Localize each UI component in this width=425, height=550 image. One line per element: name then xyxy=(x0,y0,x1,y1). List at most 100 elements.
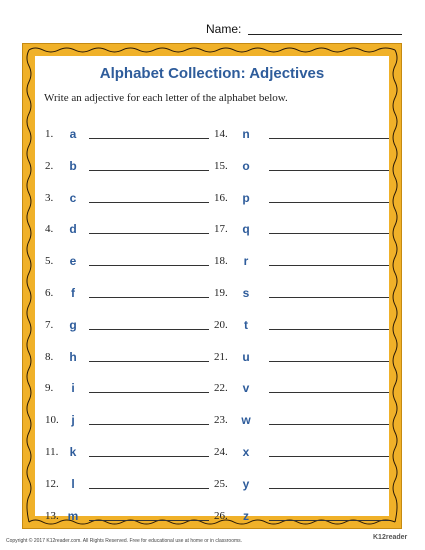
answer-blank[interactable] xyxy=(89,169,209,171)
answer-item: 21. u xyxy=(214,349,389,365)
item-letter: v xyxy=(242,381,250,396)
answer-blank[interactable] xyxy=(269,233,389,235)
answer-blank[interactable] xyxy=(89,487,209,489)
item-letter: b xyxy=(69,158,77,173)
item-number: 21. xyxy=(214,350,228,363)
item-number: 18. xyxy=(214,255,228,268)
item-number: 6. xyxy=(45,287,54,299)
answer-blank[interactable] xyxy=(269,169,389,171)
item-number: 11. xyxy=(45,446,59,458)
answer-item: 23. w xyxy=(214,413,389,428)
item-letter: r xyxy=(243,254,249,269)
item-number: 17. xyxy=(214,223,228,236)
answer-blank[interactable] xyxy=(89,328,209,330)
item-letter: p xyxy=(242,190,250,205)
answer-blank[interactable] xyxy=(269,487,389,489)
item-letter: a xyxy=(69,127,77,141)
answer-blank[interactable] xyxy=(89,297,209,298)
item-letter: x xyxy=(242,445,250,459)
answer-item: 26. z xyxy=(214,508,389,524)
item-letter: o xyxy=(242,158,250,173)
answer-item: 22. v xyxy=(214,381,389,396)
item-number: 22. xyxy=(214,382,228,395)
answer-item: 3. c xyxy=(45,190,209,206)
answer-blank[interactable] xyxy=(269,201,389,203)
item-number: 24. xyxy=(214,446,228,458)
item-number: 23. xyxy=(214,414,228,427)
answer-blank[interactable] xyxy=(89,360,209,362)
item-number: 8. xyxy=(45,350,54,363)
worksheet-panel: Alphabet Collection: Adjectives Write an… xyxy=(35,56,389,523)
instructions: Write an adjective for each letter of th… xyxy=(44,92,288,104)
item-letter: q xyxy=(242,222,250,237)
item-number: 2. xyxy=(45,159,54,172)
item-number: 7. xyxy=(45,318,54,331)
answer-item: 17. q xyxy=(214,222,389,237)
item-letter: e xyxy=(69,254,77,269)
item-letter: z xyxy=(243,508,249,523)
answer-blank[interactable] xyxy=(269,519,389,521)
answer-item: 25. y xyxy=(214,476,389,492)
decorative-border: Alphabet Collection: Adjectives Write an… xyxy=(22,43,402,529)
item-number: 16. xyxy=(214,191,228,204)
item-letter: y xyxy=(242,476,250,491)
item-number: 25. xyxy=(214,477,228,490)
answer-item: 12. l xyxy=(45,476,209,492)
answer-item: 6. f xyxy=(45,286,209,301)
item-number: 1. xyxy=(45,128,54,140)
item-letter: t xyxy=(244,317,248,332)
item-number: 10. xyxy=(45,414,59,427)
item-letter: u xyxy=(242,349,250,364)
item-letter: w xyxy=(241,413,251,428)
answer-blank[interactable] xyxy=(269,297,389,298)
item-number: 9. xyxy=(45,382,54,395)
answer-blank[interactable] xyxy=(269,265,389,267)
answer-item: 18. r xyxy=(214,254,389,269)
answer-blank[interactable] xyxy=(89,233,209,235)
item-number: 5. xyxy=(45,255,54,268)
answer-item: 11. k xyxy=(45,445,209,460)
answer-blank[interactable] xyxy=(89,456,209,457)
name-label: Name: xyxy=(206,22,242,36)
answer-item: 14. n xyxy=(214,127,389,142)
answer-blank[interactable] xyxy=(89,138,209,139)
answer-item: 8. h xyxy=(45,350,209,365)
item-number: 20. xyxy=(214,318,228,331)
answer-item: 24. x xyxy=(214,445,389,460)
answer-blank[interactable] xyxy=(89,424,209,426)
answer-item: 10. j xyxy=(45,413,209,428)
item-number: 15. xyxy=(214,159,228,172)
answer-blank[interactable] xyxy=(269,360,389,362)
item-number: 3. xyxy=(45,191,54,204)
item-number: 4. xyxy=(45,223,54,236)
answer-blank[interactable] xyxy=(89,265,209,267)
item-letter: m xyxy=(67,508,79,523)
answer-item: 5. e xyxy=(45,254,209,269)
copyright-text: Copyright © 2017 K12reader.com. All Righ… xyxy=(6,538,243,544)
k12reader-logo: K12reader xyxy=(373,534,408,541)
answer-blank[interactable] xyxy=(89,519,209,521)
item-letter: j xyxy=(71,413,75,428)
answer-blank[interactable] xyxy=(269,456,389,457)
answer-blank[interactable] xyxy=(89,392,209,394)
item-letter: f xyxy=(71,286,75,300)
item-number: 13. xyxy=(45,509,59,522)
answer-blank[interactable] xyxy=(269,138,389,139)
item-letter: s xyxy=(242,286,250,300)
item-letter: g xyxy=(69,317,77,332)
item-letter: l xyxy=(71,476,75,491)
item-letter: d xyxy=(69,222,77,237)
answer-item: 13. m xyxy=(45,508,209,524)
item-letter: i xyxy=(71,381,75,396)
answer-item: 1. a xyxy=(45,127,209,142)
answer-blank[interactable] xyxy=(269,328,389,330)
answer-blank[interactable] xyxy=(269,392,389,394)
answer-item: 15. o xyxy=(214,158,389,174)
name-line[interactable] xyxy=(248,34,402,35)
answer-blank[interactable] xyxy=(89,201,209,203)
answer-item: 7. g xyxy=(45,317,209,333)
answer-item: 19. s xyxy=(214,286,389,301)
item-letter: c xyxy=(69,190,77,205)
item-number: 12. xyxy=(45,477,59,490)
answer-blank[interactable] xyxy=(269,424,389,426)
